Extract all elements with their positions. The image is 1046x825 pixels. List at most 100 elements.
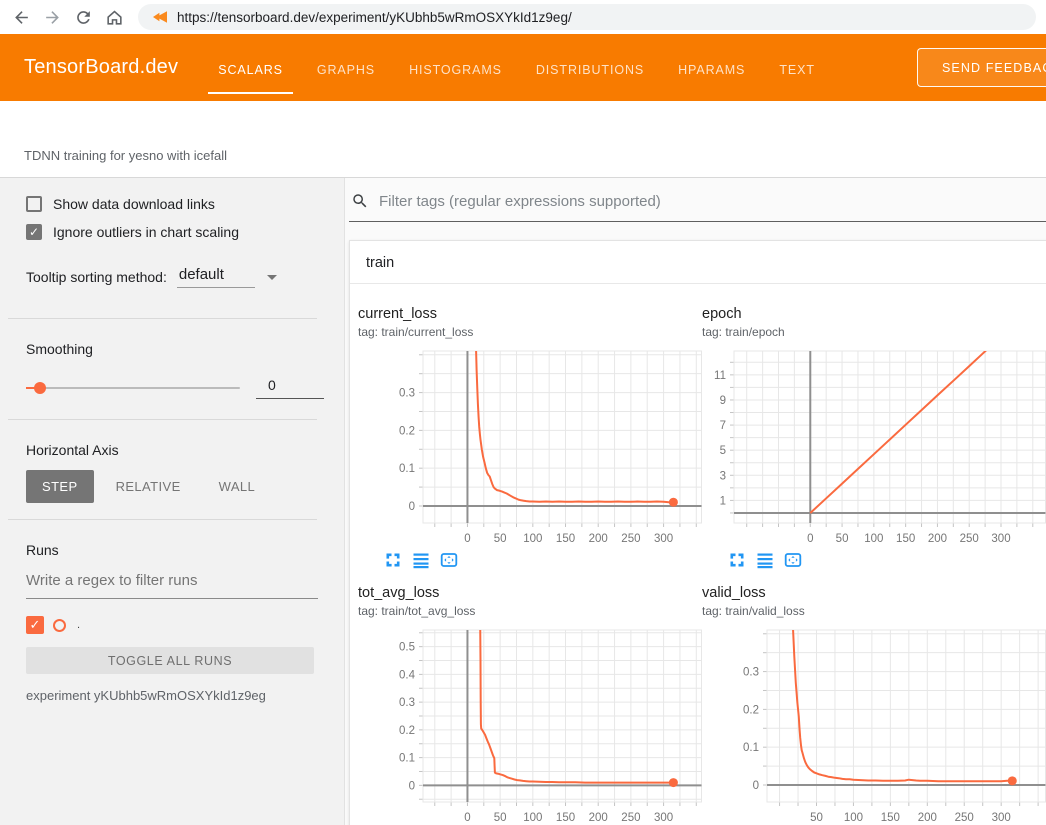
address-bar[interactable]: https://tensorboard.dev/experiment/yKUbh… <box>138 4 1036 30</box>
svg-text:11: 11 <box>714 370 726 382</box>
run-row[interactable]: ✓ . <box>26 615 344 635</box>
chart-card-epoch: epochtag: train/epoch1357911050100150200… <box>702 306 1046 569</box>
experiment-title-strip: TDNN training for yesno with icefall <box>0 101 1046 178</box>
smoothing-value-input[interactable]: 0 <box>256 377 324 399</box>
svg-text:3: 3 <box>720 470 726 482</box>
tab-hparams[interactable]: HPARAMS <box>678 36 745 100</box>
svg-text:100: 100 <box>864 533 883 545</box>
filter-tags-row[interactable]: Filter tags (regular expressions support… <box>349 186 1046 222</box>
svg-text:1: 1 <box>720 495 726 507</box>
svg-text:0.1: 0.1 <box>399 753 415 765</box>
ignore-outliers-checkbox[interactable]: ✓ <box>26 224 42 240</box>
svg-text:0.2: 0.2 <box>399 725 415 737</box>
chart-title: current_loss <box>358 306 702 322</box>
svg-text:250: 250 <box>621 533 640 545</box>
axis-step-button[interactable]: STEP <box>26 470 94 503</box>
tooltip-sorting-label: Tooltip sorting method: <box>26 269 167 285</box>
reload-icon[interactable] <box>72 6 94 28</box>
tab-scalars[interactable]: SCALARS <box>218 36 283 100</box>
app-header: TensorBoard.dev SCALARS GRAPHS HISTOGRAM… <box>0 34 1046 101</box>
tab-graphs[interactable]: GRAPHS <box>317 36 375 100</box>
smoothing-label: Smoothing <box>26 341 344 357</box>
fit-domain-icon[interactable] <box>440 551 458 569</box>
svg-text:0.3: 0.3 <box>743 667 759 679</box>
run-color-swatch <box>53 619 66 632</box>
chart-plot-current_loss[interactable]: 00.10.20.3050100150200250300 <box>358 347 702 547</box>
log-scale-icon[interactable] <box>412 551 430 569</box>
nav-tabs: SCALARS GRAPHS HISTOGRAMS DISTRIBUTIONS … <box>218 36 815 100</box>
svg-text:0.3: 0.3 <box>399 697 415 709</box>
chart-plot-tot_avg_loss[interactable]: 00.10.20.30.40.5050100150200250300 <box>358 626 702 825</box>
svg-text:0.3: 0.3 <box>399 388 415 400</box>
runs-filter-input[interactable]: Write a regex to filter runs <box>26 572 318 599</box>
tab-distributions[interactable]: DISTRIBUTIONS <box>536 36 644 100</box>
svg-text:0: 0 <box>464 812 470 824</box>
toggle-all-runs-button[interactable]: TOGGLE ALL RUNS <box>26 647 314 674</box>
svg-text:200: 200 <box>928 533 947 545</box>
svg-text:100: 100 <box>523 533 542 545</box>
filter-tags-input[interactable]: Filter tags (regular expressions support… <box>379 193 661 210</box>
tab-histograms[interactable]: HISTOGRAMS <box>409 36 502 100</box>
browser-toolbar: https://tensorboard.dev/experiment/yKUbh… <box>0 0 1046 34</box>
tab-text[interactable]: TEXT <box>779 36 815 100</box>
run-checkbox[interactable]: ✓ <box>26 616 44 634</box>
chart-tag: tag: train/epoch <box>702 325 1046 339</box>
search-icon <box>351 192 369 210</box>
chart-toolbar <box>384 551 702 569</box>
svg-text:9: 9 <box>720 395 726 407</box>
svg-text:0.2: 0.2 <box>399 425 415 437</box>
show-download-links-checkbox[interactable] <box>26 196 42 212</box>
svg-text:0.2: 0.2 <box>743 704 759 716</box>
axis-relative-button[interactable]: RELATIVE <box>100 470 197 503</box>
svg-text:300: 300 <box>991 533 1010 545</box>
svg-text:250: 250 <box>621 812 640 824</box>
fit-domain-icon[interactable] <box>784 551 802 569</box>
axis-wall-button[interactable]: WALL <box>203 470 272 503</box>
svg-text:50: 50 <box>836 533 849 545</box>
chart-plot-epoch[interactable]: 1357911050100150200250300 <box>702 347 1046 547</box>
svg-text:150: 150 <box>556 533 575 545</box>
runs-label: Runs <box>26 542 344 558</box>
svg-text:150: 150 <box>896 533 915 545</box>
smoothing-slider[interactable] <box>26 387 240 389</box>
svg-text:300: 300 <box>992 812 1011 824</box>
forward-arrow-icon[interactable] <box>41 6 63 28</box>
brand-title: TensorBoard.dev <box>24 56 178 79</box>
back-arrow-icon[interactable] <box>10 6 32 28</box>
charts-grid: current_loss tag: train/current_loss 0 0.1 0… <box>350 284 1046 825</box>
svg-text:50: 50 <box>810 812 823 824</box>
chart-plot-valid_loss[interactable]: 00.10.20.350100150200250300 <box>702 626 1046 825</box>
svg-text:300: 300 <box>654 812 673 824</box>
chart-title: tot_avg_loss <box>358 585 702 601</box>
chevron-down-icon <box>267 275 277 280</box>
train-section-header[interactable]: train <box>350 241 1046 284</box>
experiment-title: TDNN training for yesno with icefall <box>24 148 227 163</box>
experiment-id-text: experiment yKUbhb5wRmOSXYkId1z9eg <box>26 688 344 703</box>
tooltip-sorting-dropdown[interactable]: default <box>177 266 277 288</box>
fullscreen-icon[interactable] <box>384 551 402 569</box>
send-feedback-button[interactable]: SEND FEEDBACK <box>917 48 1046 87</box>
run-name: . <box>77 619 80 631</box>
chart-tag: tag: train/tot_avg_loss <box>358 604 702 618</box>
svg-text:250: 250 <box>955 812 974 824</box>
svg-text:250: 250 <box>960 533 979 545</box>
chart-title: epoch <box>702 306 1046 322</box>
ignore-outliers-row[interactable]: ✓ Ignore outliers in chart scaling <box>26 224 344 240</box>
home-icon[interactable] <box>103 6 125 28</box>
divider <box>8 519 317 520</box>
train-section-card: train current_loss tag: train/current_los… <box>349 240 1046 825</box>
smoothing-slider-thumb[interactable] <box>34 382 46 394</box>
log-scale-icon[interactable] <box>756 551 774 569</box>
svg-text:100: 100 <box>523 812 542 824</box>
svg-text:0.4: 0.4 <box>399 669 416 681</box>
svg-text:0.1: 0.1 <box>399 463 415 475</box>
chart-tag: tag: train/current_loss <box>358 325 702 339</box>
svg-text:7: 7 <box>720 420 726 432</box>
svg-text:0.5: 0.5 <box>399 642 415 654</box>
svg-text:100: 100 <box>844 812 863 824</box>
ignore-outliers-label: Ignore outliers in chart scaling <box>53 224 239 240</box>
show-download-links-row[interactable]: Show data download links <box>26 196 344 212</box>
fullscreen-icon[interactable] <box>728 551 746 569</box>
horizontal-axis-label: Horizontal Axis <box>26 442 344 458</box>
svg-text:0: 0 <box>807 533 813 545</box>
